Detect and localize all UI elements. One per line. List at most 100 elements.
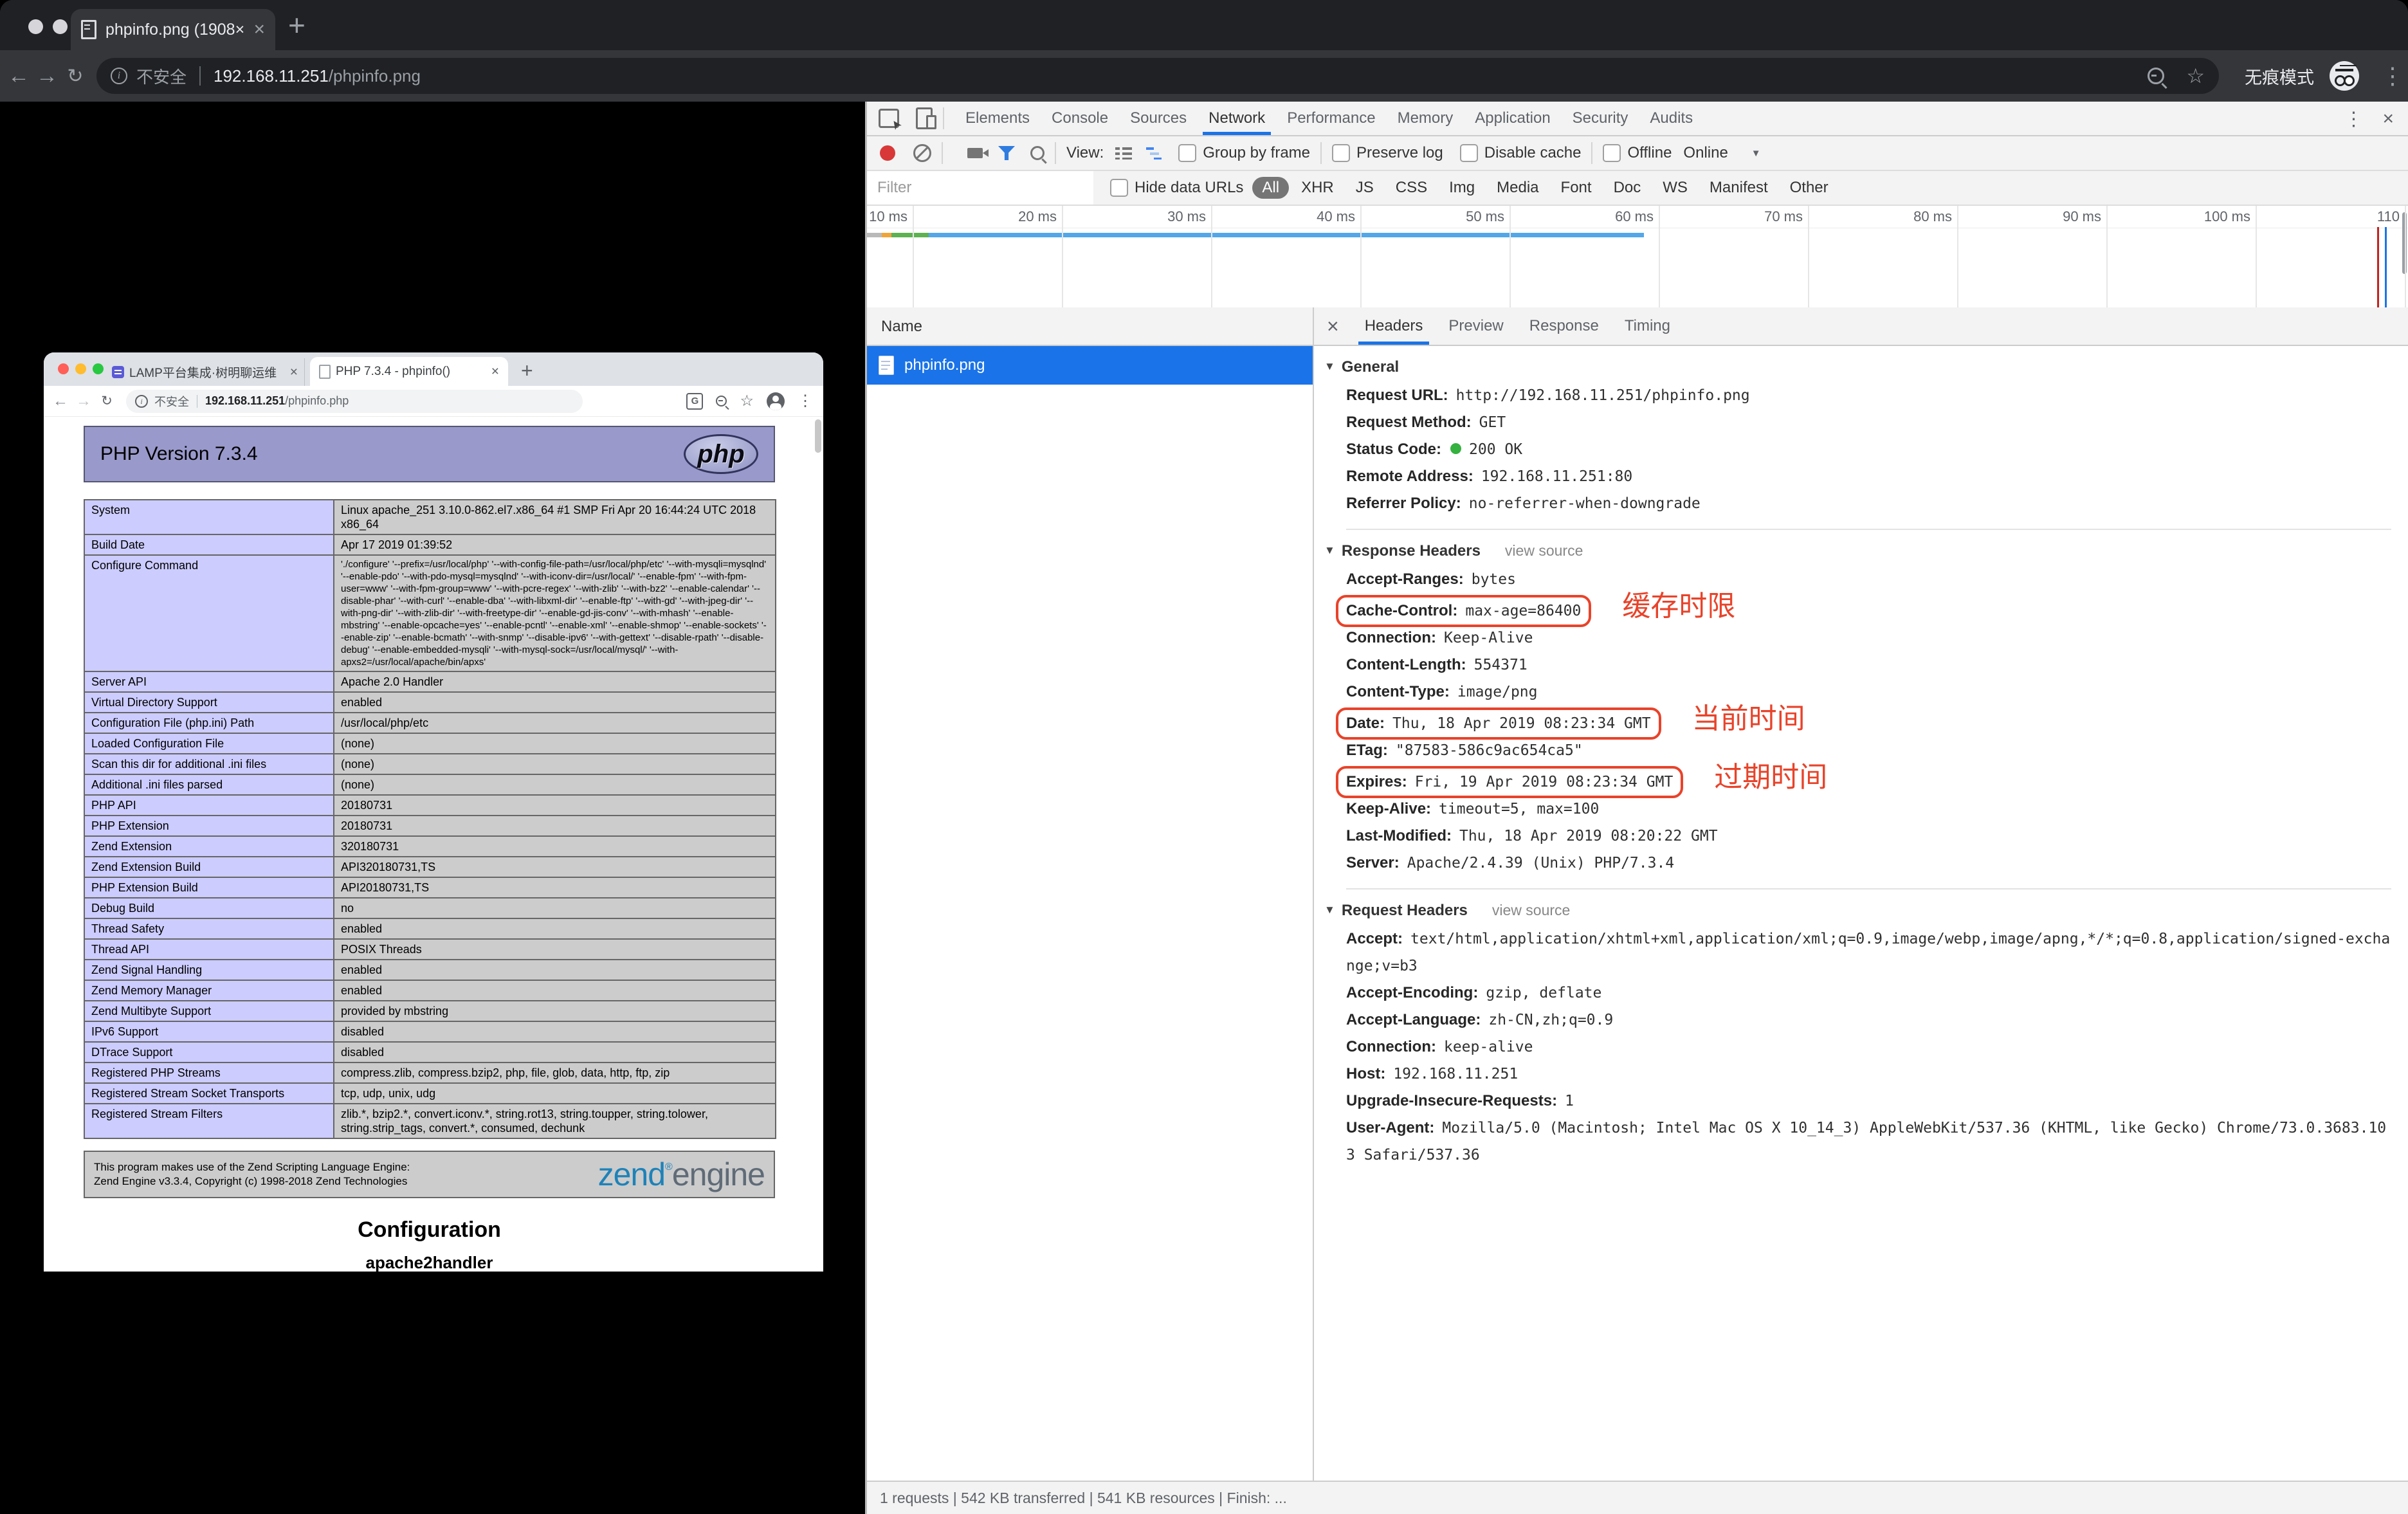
disclosure-triangle-icon: ▼ <box>1324 360 1335 372</box>
preserve-log-checkbox[interactable] <box>1332 144 1350 162</box>
phpinfo-key: Thread API <box>84 939 334 960</box>
devtools-tab[interactable]: Memory <box>1387 102 1464 135</box>
details-tab[interactable]: Headers <box>1352 307 1436 345</box>
mini-inactive-tab: LAMP平台集成·树明聊运维 × <box>105 358 305 386</box>
phpinfo-row: Debug Build no <box>84 898 776 918</box>
throttling-select[interactable]: Online <box>1683 144 1728 162</box>
zoom-icon[interactable] <box>2148 68 2164 84</box>
timeline-tick-label: 30 ms <box>1061 206 1206 228</box>
details-tab[interactable]: Response <box>1517 307 1612 345</box>
screenshot-capture-icon[interactable] <box>967 148 983 158</box>
group-by-frame-label: Group by frame <box>1203 144 1310 162</box>
phpinfo-value: enabled <box>334 980 776 1001</box>
header-row: Connection:keep-alive <box>1346 1034 2391 1061</box>
mini-maximize-button <box>93 363 104 374</box>
devtools-panel: Elements Console Sources Network Perform… <box>865 102 2408 1514</box>
devtools-tab[interactable]: Audits <box>1639 102 1704 135</box>
security-label: 不安全 <box>136 64 187 88</box>
mini-address-bar: i 不安全 192.168.11.251 /phpinfo.php <box>126 390 583 413</box>
annotation-label: 过期时间 <box>1714 762 1827 793</box>
phpinfo-table: System Linux apache_251 3.10.0-862.el7.x… <box>84 499 776 1139</box>
details-tab[interactable]: Timing <box>1612 307 1683 345</box>
chevron-down-icon[interactable]: ▼ <box>1751 148 1761 159</box>
filter-icon[interactable] <box>998 146 1015 160</box>
mini-zoom-icon <box>716 396 727 406</box>
inspect-element-icon[interactable] <box>879 109 899 128</box>
close-window-button[interactable] <box>28 19 43 34</box>
filter-pill[interactable]: Other <box>1780 177 1838 199</box>
filter-pill[interactable]: Img <box>1439 177 1484 199</box>
header-row: Accept:text/html,application/xhtml+xml,a… <box>1346 926 2391 980</box>
device-toolbar-icon[interactable] <box>916 107 933 129</box>
response-headers-section-header[interactable]: ▼Response Headersview source <box>1324 535 2391 566</box>
offline-checkbox[interactable] <box>1603 144 1621 162</box>
devtools-tab[interactable]: Sources <box>1119 102 1198 135</box>
mini-translate-icon: G <box>686 393 703 410</box>
devtools-tab[interactable]: Elements <box>954 102 1041 135</box>
hide-data-urls-checkbox[interactable] <box>1110 179 1128 197</box>
network-toolbar: View: Group by frame Preserve log Disabl… <box>867 136 2408 171</box>
url-path: /phpinfo.png <box>329 66 421 86</box>
timeline-tick-label: 70 ms <box>1657 206 1803 228</box>
group-by-frame-checkbox[interactable] <box>1178 144 1196 162</box>
phpinfo-key: System <box>84 500 334 534</box>
forward-button[interactable]: → <box>36 64 58 89</box>
devtools-tab[interactable]: Network <box>1198 102 1276 135</box>
annotation-label: 缓存时限 <box>1622 590 1735 622</box>
details-tab[interactable]: Preview <box>1436 307 1516 345</box>
request-headers-section-header[interactable]: ▼Request Headersview source <box>1324 895 2391 926</box>
filter-input[interactable] <box>867 171 1093 205</box>
general-section-header[interactable]: ▼General <box>1324 351 2391 382</box>
active-tab[interactable]: phpinfo.png (1908×2274) × <box>71 9 275 50</box>
hide-data-urls-label: Hide data URLs <box>1135 179 1243 197</box>
phpinfo-row: Registered PHP Streams compress.zlib, co… <box>84 1063 776 1083</box>
filter-pill[interactable]: Font <box>1551 177 1601 199</box>
clear-icon[interactable] <box>913 144 931 162</box>
phpinfo-value: Apache 2.0 Handler <box>334 671 776 692</box>
name-column-header[interactable]: Name <box>867 307 1313 346</box>
search-icon[interactable] <box>1030 146 1044 160</box>
browser-menu-icon[interactable]: ⋮ <box>2381 62 2404 89</box>
bookmark-star-icon[interactable]: ☆ <box>2186 66 2205 86</box>
zend-engine-logo: zend®engine <box>598 1156 765 1193</box>
filter-pill[interactable]: Media <box>1487 177 1548 199</box>
minimize-window-button[interactable] <box>53 19 68 34</box>
address-bar[interactable]: i 不安全 192.168.11.251 /phpinfo.png ☆ <box>96 58 2219 94</box>
view-source-link[interactable]: view source <box>1492 902 1570 918</box>
devtools-tab[interactable]: Performance <box>1276 102 1386 135</box>
phpinfo-row: Build Date Apr 17 2019 01:39:52 <box>84 534 776 555</box>
request-row[interactable]: phpinfo.png <box>867 346 1313 385</box>
record-icon[interactable] <box>880 145 895 161</box>
view-list-icon[interactable] <box>1115 147 1132 160</box>
devtools-close-icon[interactable]: × <box>2382 108 2394 130</box>
reload-button[interactable]: ↻ <box>64 65 86 87</box>
view-source-link[interactable]: view source <box>1505 542 1583 559</box>
close-details-icon[interactable]: × <box>1327 316 1339 336</box>
filter-pill[interactable]: JS <box>1346 177 1383 199</box>
filter-pill[interactable]: XHR <box>1291 177 1344 199</box>
devtools-tab[interactable]: Application <box>1464 102 1561 135</box>
view-overview-icon[interactable] <box>1146 147 1163 160</box>
filter-pill[interactable]: All <box>1252 177 1289 199</box>
filter-pill[interactable]: Manifest <box>1700 177 1778 199</box>
back-button[interactable]: ← <box>8 64 30 89</box>
annotation-label: 当前时间 <box>1692 703 1805 734</box>
filter-pill[interactable]: Doc <box>1604 177 1651 199</box>
mini-toolbar: ← → ↻ i 不安全 192.168.11.251 /phpinfo.php … <box>44 386 823 417</box>
network-overview[interactable]: 10 ms20 ms30 ms40 ms50 ms60 ms70 ms80 ms… <box>867 206 2408 309</box>
phpinfo-row: PHP Extension Build API20180731,TS <box>84 877 776 898</box>
filter-pill[interactable]: WS <box>1653 177 1697 199</box>
site-info-icon[interactable]: i <box>111 68 127 84</box>
disable-cache-checkbox[interactable] <box>1460 144 1478 162</box>
mini-back-icon: ← <box>53 392 68 410</box>
devtools-tab[interactable]: Security <box>1562 102 1639 135</box>
timeline-tick-label: 60 ms <box>1508 206 1654 228</box>
tab-close-icon[interactable]: × <box>253 20 265 39</box>
devtools-more-icon[interactable]: ⋮ <box>2344 108 2363 131</box>
new-tab-button[interactable]: + <box>288 10 306 40</box>
phpinfo-row: Zend Extension Build API320180731,TS <box>84 857 776 877</box>
filter-pill[interactable]: CSS <box>1386 177 1437 199</box>
devtools-tab[interactable]: Console <box>1041 102 1119 135</box>
header-row: Upgrade-Insecure-Requests:1 <box>1346 1088 2391 1115</box>
page-viewport: LAMP平台集成·树明聊运维 × PHP 7.3.4 - phpinfo() ×… <box>0 102 865 1514</box>
